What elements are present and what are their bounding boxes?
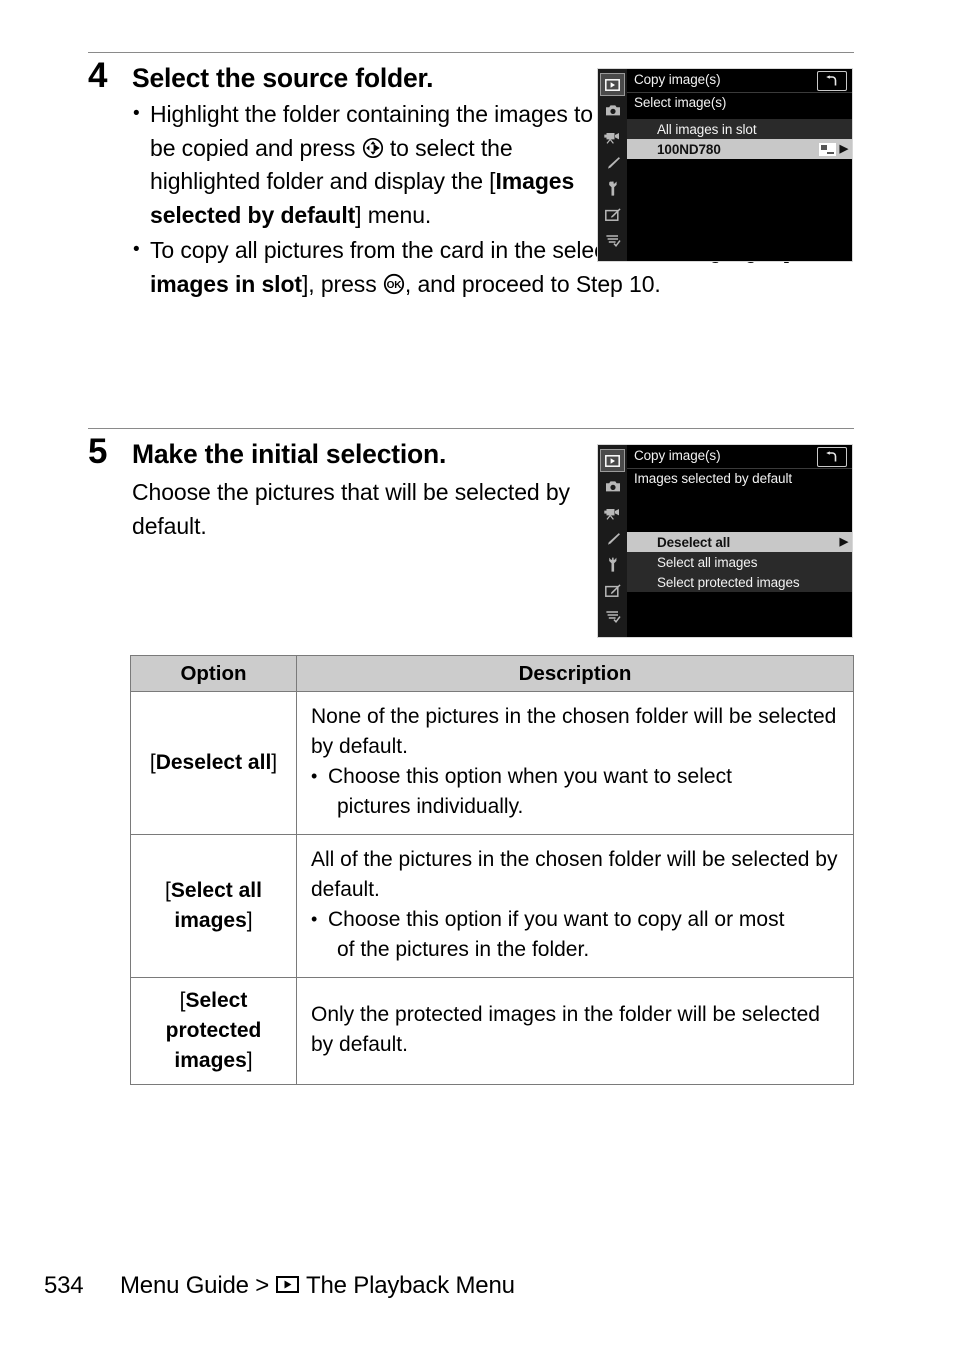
description-cell-select-all-images: All of the pictures in the chosen folder… [296,834,854,978]
recent-settings-menu-icon[interactable] [600,605,625,628]
description-paragraph: All of the pictures in the chosen folder… [311,848,838,901]
lcd-1-subtitle: Select image(s) [634,95,727,110]
option-cell-select-all-images: [Select all images] [130,834,297,978]
custom-settings-menu-icon[interactable] [600,527,625,550]
movie-shooting-menu-icon[interactable] [600,125,625,148]
description-bullets: Choose this option when you want to sele… [311,761,841,822]
column-header-option: Option [130,655,297,692]
description-paragraph: Only the protected images in the folder … [311,1003,820,1056]
table-header-row: Option Description [130,655,854,692]
lcd-2-subtitle: Images selected by default [634,471,792,486]
return-arrow-icon[interactable] [817,71,847,91]
option-label: Deselect all [155,751,272,774]
bracket-close: ] [246,909,253,932]
step-4-number: 4 [88,56,107,95]
lcd-2-row-label: Deselect all [657,534,731,550]
lcd-2-row-label: Select all images [657,554,758,570]
bullet-line-1: Choose this option if you want to copy a… [328,908,785,931]
lcd-1-row-label: 100ND780 [657,141,721,157]
options-table: Option Description [Deselect all] None o… [130,655,854,1085]
lcd-2-titlebar: Copy image(s) [627,445,852,469]
movie-shooting-menu-icon[interactable] [600,501,625,524]
lcd-1-row-all-images-in-slot[interactable]: All images in slot [627,119,852,139]
setup-menu-icon[interactable] [600,177,625,200]
lcd-2-main: Copy image(s) Images selected by default… [627,445,852,637]
description-bullets: Choose this option if you want to copy a… [311,904,841,965]
option-cell-deselect-all: [Deselect all] [130,691,297,835]
lcd-2-row-select-all-images[interactable]: Select all images [627,552,852,572]
page-footer: 534 Menu Guide > The Playback Menu [44,1272,515,1300]
table-row: [Deselect all] None of the pictures in t… [130,691,854,835]
step-4-bullet-list: Highlight the folder containing the imag… [132,97,600,232]
bullet-line-1: Choose this option when you want to sele… [328,765,732,788]
custom-settings-menu-icon[interactable] [600,151,625,174]
step-4-emph-images-selected: Images selected by default [150,168,575,228]
chevron-right-icon: ▶ [839,535,848,548]
return-arrow-icon[interactable] [817,447,847,467]
lcd-2-title: Copy image(s) [634,448,721,463]
svg-text:OK: OK [386,280,402,291]
step-divider-4 [88,52,854,53]
description-cell-deselect-all: None of the pictures in the chosen folde… [296,691,854,835]
page: 4 Select the source folder. Highlight th… [0,0,954,1345]
lcd-1-row-label: All images in slot [657,121,757,137]
lcd-1-main: Copy image(s) Select image(s) All images… [627,69,852,261]
lcd-1-menu-sidebar [598,69,627,261]
playback-menu-icon[interactable] [600,449,625,472]
step-4-body: Highlight the folder containing the imag… [132,97,600,232]
option-cell-select-protected-images: [Select protected images] [130,977,297,1085]
bracket-close: ] [246,1049,253,1072]
column-header-description: Description [296,655,854,692]
chevron-right-icon: ▶ [839,142,848,155]
retouch-menu-icon[interactable] [600,579,625,602]
image-thumbnail-icon [818,142,836,156]
step-5-body: Choose the pictures that will be selecte… [132,476,600,543]
recent-settings-menu-icon[interactable] [600,229,625,252]
camera-screen-select-images: Copy image(s) Select image(s) All images… [597,68,853,262]
ok-button-icon: OK [383,273,405,295]
step-5-paragraph: Choose the pictures that will be selecte… [132,479,570,539]
table-row: [Select all images] All of the pictures … [130,834,854,978]
step-5-number: 5 [88,432,107,471]
table-row: [Select protected images] Only the prote… [130,977,854,1085]
step-4-title: Select the source folder. [132,63,434,93]
step-5-title: Make the initial selection. [132,439,447,469]
lcd-2-row-indicators: ▶ [840,532,848,552]
bullet-line-2: pictures individually. [337,795,524,818]
lcd-1-row-100nd780[interactable]: 100ND780 ▶ [627,139,852,159]
lcd-2-row-label: Select protected images [657,574,800,590]
multi-selector-right-icon [362,137,384,159]
bracket-close: ] [271,751,278,774]
options-table-head: Option Description [130,655,854,692]
playback-menu-icon[interactable] [600,73,625,96]
lcd-2-row-select-protected-images[interactable]: Select protected images [627,572,852,592]
description-paragraph: None of the pictures in the chosen folde… [311,705,837,758]
breadcrumb: Menu Guide > The Playback Menu [120,1272,515,1300]
options-table-body: [Deselect all] None of the pictures in t… [130,691,854,1085]
camera-screen-images-selected-by-default: Copy image(s) Images selected by default… [597,444,853,638]
photo-shooting-menu-icon[interactable] [600,475,625,498]
bullet-line-2: of the pictures in the folder. [337,938,590,961]
step-4-bullet-1: Highlight the folder containing the imag… [132,97,600,232]
lcd-1-row-indicators: ▶ [818,139,848,159]
step-divider-5 [88,428,854,429]
breadcrumb-suffix: The Playback Menu [306,1272,515,1299]
description-bullet: Choose this option if you want to copy a… [311,904,841,965]
breadcrumb-prefix: Menu Guide > [120,1272,270,1299]
retouch-menu-icon[interactable] [600,203,625,226]
lcd-1-titlebar: Copy image(s) [627,69,852,93]
lcd-2-menu-sidebar [598,445,627,637]
description-cell-select-protected-images: Only the protected images in the folder … [296,977,854,1085]
lcd-2-row-deselect-all[interactable]: Deselect all ▶ [627,532,852,552]
page-number: 534 [44,1272,84,1299]
setup-menu-icon[interactable] [600,553,625,576]
description-bullet: Choose this option when you want to sele… [311,761,841,822]
photo-shooting-menu-icon[interactable] [600,99,625,122]
playback-icon [276,1276,300,1293]
lcd-1-title: Copy image(s) [634,72,721,87]
